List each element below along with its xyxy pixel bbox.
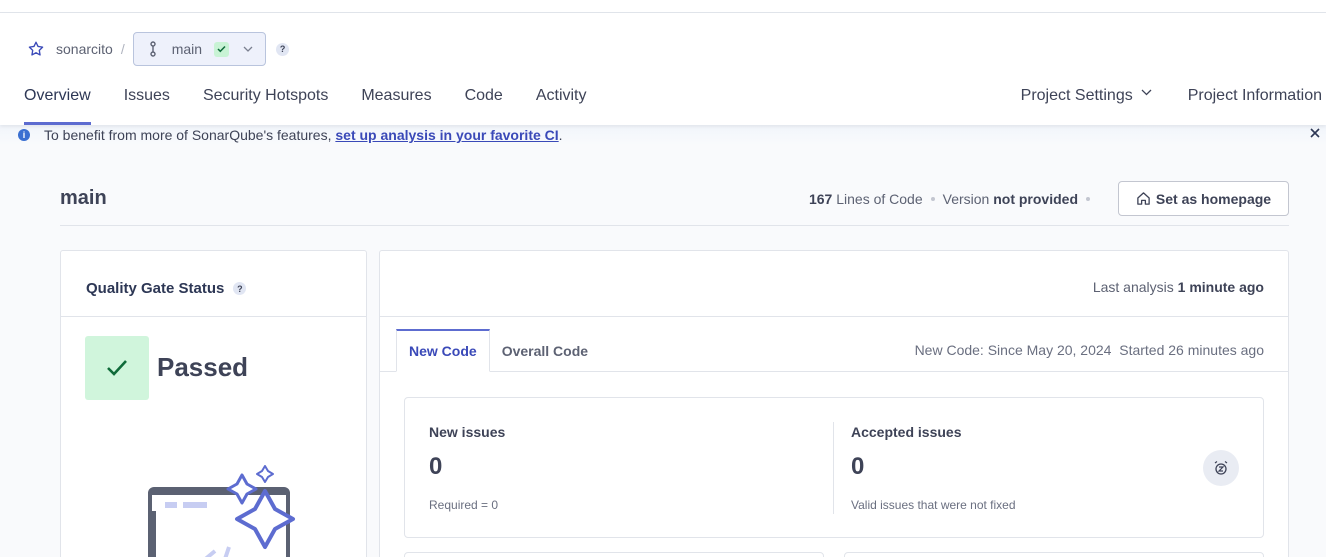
issues-summary: New issues 0 Required = 0 Accepted issue…: [404, 397, 1264, 538]
accepted-issues-description: Valid issues that were not fixed: [851, 498, 1016, 512]
last-analysis: Last analysis 1 minute ago: [1093, 279, 1264, 295]
loc-label: Lines of Code: [836, 191, 923, 207]
setup-analysis-link[interactable]: set up analysis in your favorite CI: [335, 127, 558, 143]
branch-titlebar: main 167 Lines of Code Version not provi…: [60, 181, 1289, 226]
breadcrumb-separator: /: [120, 41, 125, 57]
meta-separator: [930, 197, 935, 201]
project-nav-right: Project Settings Project Information: [985, 87, 1322, 125]
tab-overall-code[interactable]: Overall Code: [490, 329, 600, 372]
version-value: not provided: [993, 191, 1078, 207]
last-analysis-value: 1 minute ago: [1177, 279, 1264, 295]
top-strip: [0, 0, 1326, 13]
page-title: main: [60, 187, 107, 209]
star-icon[interactable]: [27, 40, 45, 58]
new-code-period: New Code: Since May 20, 2024 Started 26 …: [915, 342, 1264, 358]
close-icon[interactable]: [1309, 127, 1323, 141]
quality-gate-title-text: Quality Gate Status: [86, 280, 225, 297]
project-settings-menu[interactable]: Project Settings: [1021, 87, 1152, 125]
tab-new-code[interactable]: New Code: [396, 329, 490, 372]
new-issues-value[interactable]: 0: [429, 453, 442, 481]
new-issues-label: New issues: [429, 424, 506, 440]
project-information-link[interactable]: Project Information: [1188, 87, 1322, 125]
new-code-since: New Code: Since May 20, 2024: [914, 342, 1112, 358]
new-issues-condition: Required = 0: [429, 498, 499, 512]
tab-issues[interactable]: Issues: [124, 87, 203, 125]
tab-activity[interactable]: Activity: [536, 87, 620, 125]
quality-gate-title: Quality Gate Status ?: [86, 280, 247, 297]
quality-gate-status: Passed: [157, 352, 249, 382]
tab-security-hotspots[interactable]: Security Hotspots: [203, 87, 361, 125]
banner-text: To benefit from more of SonarQube's feat…: [44, 127, 563, 143]
tab-overview[interactable]: Overview: [24, 87, 124, 125]
code-period-tabs: New Code Overall Code: [396, 329, 600, 372]
project-nav-tabs: Overview Issues Security Hotspots Measur…: [24, 87, 620, 125]
chevron-down-icon: [243, 46, 253, 52]
divider: [380, 316, 1288, 317]
breadcrumb: sonarcito / main ?: [27, 32, 290, 66]
analysis-card: Last analysis 1 minute ago New Code Over…: [379, 250, 1289, 557]
home-icon: [1136, 191, 1151, 206]
chevron-down-icon: [1141, 89, 1152, 125]
divider: [61, 316, 366, 317]
banner-text-after: .: [558, 127, 563, 143]
metric-card: [844, 552, 1264, 557]
info-icon: i: [18, 129, 30, 141]
project-header: sonarcito / main ? Overview Issues Secur…: [0, 13, 1326, 125]
tab-measures[interactable]: Measures: [361, 87, 464, 125]
set-homepage-button[interactable]: Set as homepage: [1118, 181, 1289, 216]
metric-card: [404, 552, 824, 557]
version-label: Version: [942, 191, 990, 207]
divider: [833, 422, 834, 514]
ci-banner: i To benefit from more of SonarQube's fe…: [0, 125, 1326, 145]
branch-selector[interactable]: main: [132, 32, 267, 66]
metric-cards-row: [404, 552, 1264, 557]
check-icon: [214, 41, 230, 57]
branch-meta: 167 Lines of Code Version not provided: [809, 191, 1098, 207]
meta-separator: [1086, 197, 1090, 201]
passed-badge: [85, 336, 149, 400]
accepted-issues-value[interactable]: 0: [851, 453, 864, 481]
tab-code[interactable]: Code: [465, 87, 536, 125]
banner-text-before: To benefit from more of SonarQube's feat…: [44, 127, 336, 143]
sparkle-window-illustration: [147, 463, 297, 557]
accepted-issues-label: Accepted issues: [851, 424, 962, 440]
project-name-link[interactable]: sonarcito: [56, 41, 113, 57]
help-icon[interactable]: ?: [276, 42, 290, 56]
alarm-clock-icon: [1203, 450, 1239, 486]
started-time: Started 26 minutes ago: [1119, 342, 1264, 358]
help-icon[interactable]: ?: [233, 282, 247, 295]
loc-value: 167: [808, 191, 833, 207]
set-homepage-label: Set as homepage: [1155, 190, 1272, 207]
branch-name: main: [171, 41, 203, 57]
quality-gate-card: Quality Gate Status ? Passed: [60, 250, 367, 557]
project-settings-label: Project Settings: [1020, 87, 1133, 104]
branch-icon: [148, 41, 160, 57]
check-icon: [107, 360, 127, 376]
last-analysis-label: Last analysis: [1092, 279, 1174, 295]
